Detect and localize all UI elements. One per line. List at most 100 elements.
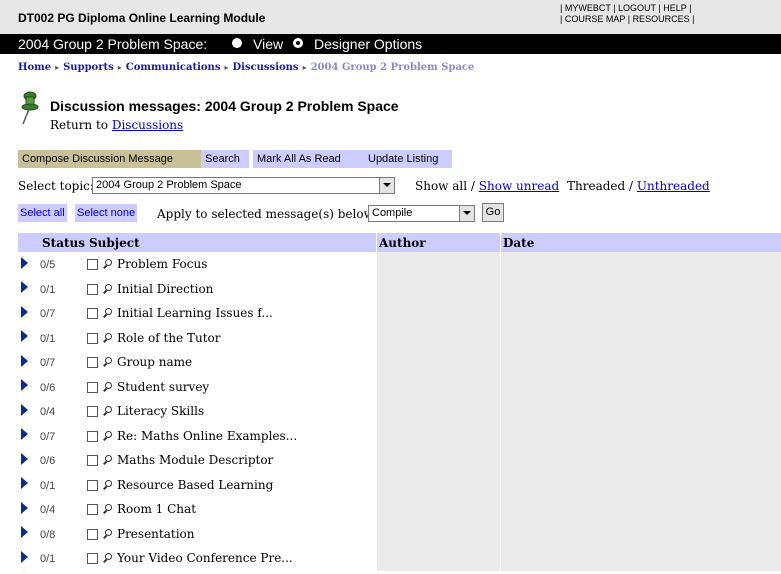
- subject-link[interactable]: Re: Maths Online Examples...: [117, 429, 297, 443]
- expand-arrow-icon[interactable]: [21, 477, 28, 490]
- subject-link[interactable]: Group name: [117, 355, 192, 369]
- select-checkbox[interactable]: [87, 455, 98, 467]
- expand-arrow-icon[interactable]: [21, 281, 28, 294]
- preview-magnifier-icon[interactable]: [102, 553, 113, 564]
- subject-link[interactable]: Problem Focus: [117, 257, 207, 271]
- mark-all-read-button[interactable]: Mark All As Read: [253, 150, 366, 168]
- preview-magnifier-icon[interactable]: [102, 283, 113, 295]
- subject-link[interactable]: Resource Based Learning: [117, 478, 273, 492]
- breadcrumb-home[interactable]: Home: [18, 62, 51, 73]
- date-cell: [500, 325, 781, 350]
- expand-arrow-icon[interactable]: [21, 256, 28, 269]
- select-checkbox[interactable]: [87, 283, 98, 295]
- subject-link[interactable]: Initial Direction: [117, 282, 213, 296]
- topic-select-value: 2004 Group 2 Problem Space: [96, 179, 242, 191]
- link-mywebct[interactable]: MYWEBCT: [565, 3, 611, 13]
- search-button[interactable]: Search: [201, 150, 249, 168]
- status-value: 0/4: [40, 504, 56, 517]
- status-value: 0/4: [40, 406, 56, 419]
- subject-link[interactable]: Student survey: [117, 380, 209, 394]
- select-all-button[interactable]: Select all: [18, 204, 67, 222]
- preview-magnifier-icon[interactable]: [102, 430, 113, 442]
- expand-arrow-icon[interactable]: [21, 354, 28, 367]
- space-title: 2004 Group 2 Problem Space:: [18, 36, 208, 52]
- select-checkbox[interactable]: [87, 553, 98, 565]
- expand-arrow-icon[interactable]: [21, 550, 28, 563]
- author-cell: [376, 276, 501, 301]
- designer-options-radio[interactable]: [293, 38, 303, 48]
- author-cell: [376, 423, 501, 448]
- select-checkbox[interactable]: [87, 430, 98, 442]
- chevron-down-icon[interactable]: [379, 178, 394, 193]
- select-checkbox[interactable]: [87, 308, 98, 320]
- table-row: 0/6 Student survey: [18, 374, 781, 399]
- link-course-map[interactable]: COURSE MAP: [565, 14, 625, 24]
- subject-link[interactable]: Literacy Skills: [117, 404, 204, 418]
- subject-link[interactable]: Your Video Conference Pre...: [117, 551, 293, 565]
- expand-arrow-icon[interactable]: [21, 330, 28, 343]
- preview-magnifier-icon[interactable]: [102, 381, 113, 393]
- link-logout[interactable]: LOGOUT: [618, 3, 656, 13]
- preview-magnifier-icon[interactable]: [102, 528, 113, 540]
- subject-link[interactable]: Presentation: [117, 527, 195, 541]
- select-none-button[interactable]: Select none: [75, 204, 138, 222]
- status-value: 0/6: [40, 455, 56, 468]
- update-listing-button[interactable]: Update Listing: [364, 150, 452, 168]
- designer-options-label: Designer Options: [314, 36, 423, 52]
- header-status: Status: [40, 233, 87, 252]
- table-row: 0/8 Presentation: [18, 521, 781, 546]
- author-cell: [376, 252, 501, 277]
- preview-magnifier-icon[interactable]: [102, 259, 113, 270]
- preview-magnifier-icon[interactable]: [102, 357, 113, 368]
- subject-link[interactable]: Role of the Tutor: [117, 331, 220, 345]
- expand-arrow-icon[interactable]: [21, 305, 28, 318]
- author-cell: [376, 325, 501, 350]
- select-checkbox[interactable]: [87, 259, 98, 271]
- expand-arrow-icon[interactable]: [21, 501, 28, 514]
- select-checkbox[interactable]: [87, 504, 98, 516]
- expand-arrow-icon[interactable]: [21, 452, 28, 465]
- expand-arrow-icon[interactable]: [21, 526, 28, 539]
- return-discussions-link[interactable]: Discussions: [112, 118, 183, 132]
- compose-message-button[interactable]: Compose Discussion Message: [18, 150, 201, 168]
- apply-action-select[interactable]: Compile: [368, 205, 475, 222]
- expand-arrow-icon[interactable]: [21, 379, 28, 392]
- select-checkbox[interactable]: [87, 357, 98, 369]
- status-value: 0/1: [40, 283, 56, 296]
- date-cell: [500, 350, 781, 375]
- breadcrumb-supports[interactable]: Supports: [63, 62, 114, 73]
- select-checkbox[interactable]: [87, 528, 98, 540]
- preview-magnifier-icon[interactable]: [102, 406, 113, 417]
- expand-arrow-icon[interactable]: [21, 403, 28, 416]
- header-date: Date: [500, 233, 781, 252]
- date-cell: [500, 423, 781, 448]
- chevron-down-icon[interactable]: [459, 206, 474, 221]
- preview-magnifier-icon[interactable]: [102, 332, 113, 344]
- preview-magnifier-icon[interactable]: [102, 455, 113, 466]
- link-resources[interactable]: RESOURCES: [633, 14, 690, 24]
- view-radio[interactable]: [232, 38, 242, 48]
- status-value: 0/8: [40, 528, 56, 541]
- breadcrumb-communications[interactable]: Communications: [126, 62, 221, 73]
- select-checkbox[interactable]: [87, 381, 98, 393]
- view-radio-label: View: [253, 36, 284, 52]
- select-checkbox[interactable]: [87, 479, 98, 491]
- show-unread-link[interactable]: Show unread: [479, 179, 559, 193]
- preview-magnifier-icon[interactable]: [102, 479, 113, 491]
- show-all-text: Show all: [415, 179, 468, 193]
- messages-body: 0/5 Problem Focus 0/1 Initial Direction 0/7 I…: [18, 252, 781, 571]
- select-checkbox[interactable]: [87, 332, 98, 344]
- status-value: 0/7: [40, 357, 56, 370]
- expand-arrow-icon[interactable]: [21, 428, 28, 441]
- unthreaded-link[interactable]: Unthreaded: [637, 179, 710, 193]
- breadcrumb-discussions[interactable]: Discussions: [232, 62, 298, 73]
- preview-magnifier-icon[interactable]: [102, 504, 113, 515]
- topic-select[interactable]: 2004 Group 2 Problem Space: [92, 177, 395, 194]
- subject-link[interactable]: Maths Module Descriptor: [117, 453, 273, 467]
- preview-magnifier-icon[interactable]: [102, 308, 113, 319]
- select-checkbox[interactable]: [87, 406, 98, 418]
- subject-link[interactable]: Room 1 Chat: [117, 502, 196, 516]
- subject-link[interactable]: Initial Learning Issues f...: [117, 306, 273, 320]
- go-button[interactable]: Go: [482, 203, 504, 222]
- link-help[interactable]: HELP: [663, 3, 686, 13]
